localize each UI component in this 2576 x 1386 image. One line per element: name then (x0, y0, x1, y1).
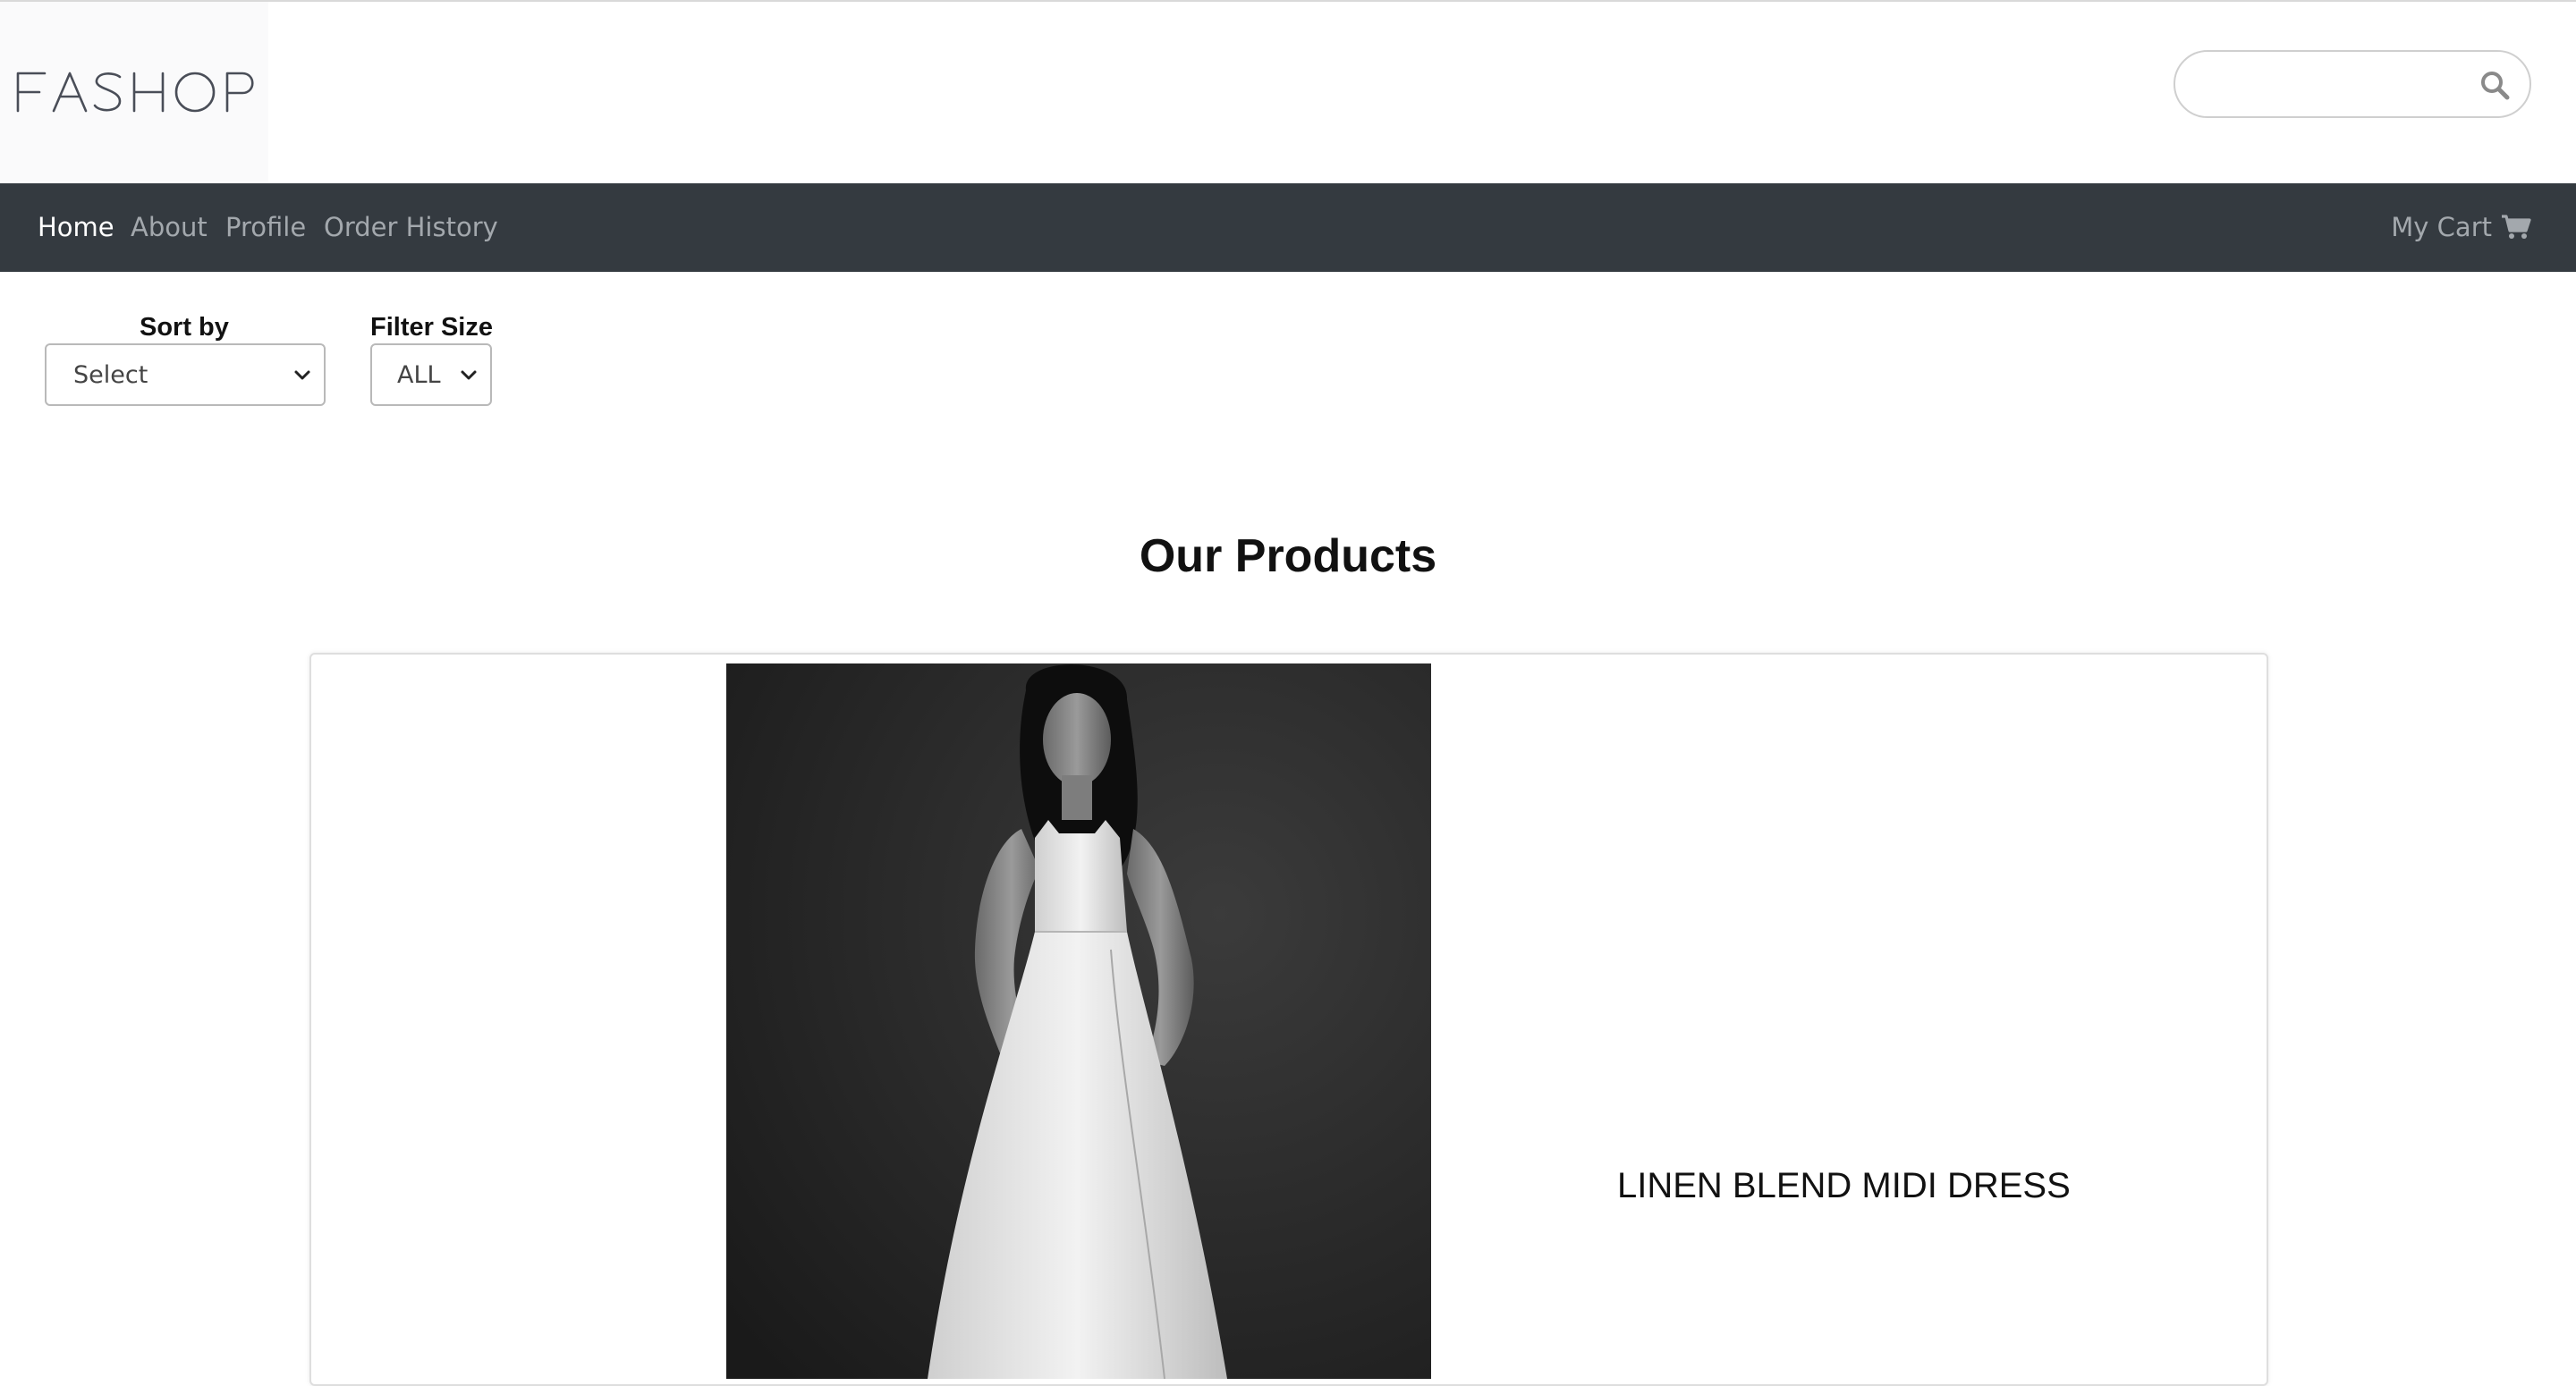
filter-size-label: Filter Size (370, 313, 493, 342)
page-title: Our Products (1139, 530, 1437, 582)
main-navbar: Home About Profile Order History My Cart (0, 183, 2576, 272)
nav-about[interactable]: About (131, 212, 208, 242)
sort-by-label: Sort by (140, 313, 229, 342)
nav-profile[interactable]: Profile (225, 212, 306, 242)
sort-select[interactable]: Select (45, 343, 326, 406)
product-image[interactable] (726, 663, 1431, 1379)
product-card[interactable]: LINEN BLEND MIDI DRESS (309, 653, 2268, 1386)
my-cart-link[interactable]: My Cart (2391, 212, 2531, 242)
fashop-logo-icon (16, 72, 254, 113)
nav-order-history[interactable]: Order History (324, 212, 498, 242)
size-select[interactable]: ALL (370, 343, 492, 406)
search-box[interactable] (2174, 50, 2531, 118)
search-input[interactable] (2197, 61, 2465, 107)
search-icon[interactable] (2479, 70, 2510, 100)
cart-label: My Cart (2391, 212, 2492, 242)
sort-selected-value: Select (73, 360, 148, 389)
chevron-down-icon (461, 370, 477, 380)
logo[interactable] (0, 2, 268, 182)
brand-header (0, 2, 2576, 183)
nav-home[interactable]: Home (38, 212, 114, 242)
product-name[interactable]: LINEN BLEND MIDI DRESS (1617, 1166, 2154, 1206)
model-photo (726, 663, 1431, 1379)
size-selected-value: ALL (397, 360, 441, 389)
chevron-down-icon (294, 370, 310, 380)
cart-icon (2502, 215, 2531, 239)
